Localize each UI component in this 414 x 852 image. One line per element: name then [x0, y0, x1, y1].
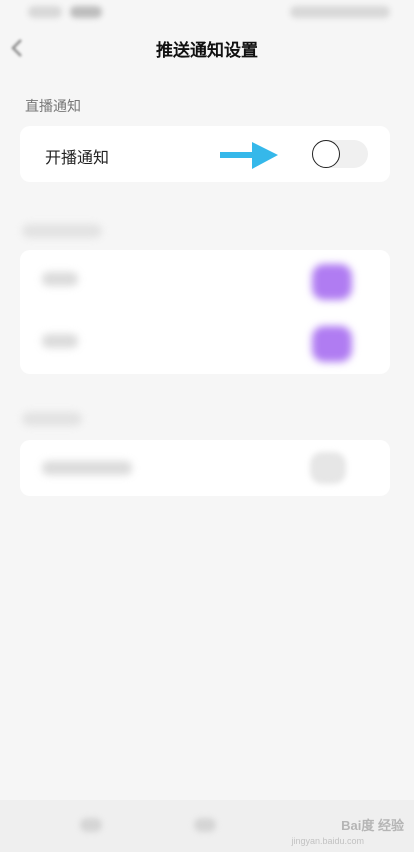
status-icon [70, 6, 102, 18]
status-bar [0, 0, 414, 26]
nav-icon-2[interactable] [194, 818, 216, 832]
blurred-card-a [20, 250, 390, 374]
blurred-card-b [20, 440, 390, 496]
toggle-knob [312, 140, 340, 168]
blurred-section-label-a [22, 224, 102, 238]
bottom-bar: Bai度 经验 jingyan.baidu.com [0, 800, 414, 852]
blurred-toggle-3[interactable] [310, 452, 346, 484]
section-label-live: 直播通知 [25, 99, 81, 115]
watermark-logo: Bai度 经验 [341, 818, 404, 833]
blurred-row-label-2 [42, 334, 78, 348]
page-title: 推送通知设置 [156, 41, 258, 61]
watermark-url: jingyan.baidu.com [291, 836, 364, 846]
live-notification-toggle[interactable] [312, 140, 368, 168]
header: 推送通知设置 [0, 26, 414, 70]
nav-icon-1[interactable] [80, 818, 102, 832]
blurred-row-label-1 [42, 272, 78, 286]
blurred-section-label-b [22, 412, 82, 426]
live-notification-card: 开播通知 [20, 126, 390, 182]
blurred-toggle-2[interactable] [312, 326, 352, 362]
blurred-row-label-3 [42, 461, 132, 475]
system-icons [290, 6, 390, 18]
time-indicator [28, 6, 62, 18]
blurred-toggle-1[interactable] [312, 264, 352, 300]
pointer-arrow-icon [220, 142, 278, 169]
live-notification-label: 开播通知 [45, 148, 110, 167]
